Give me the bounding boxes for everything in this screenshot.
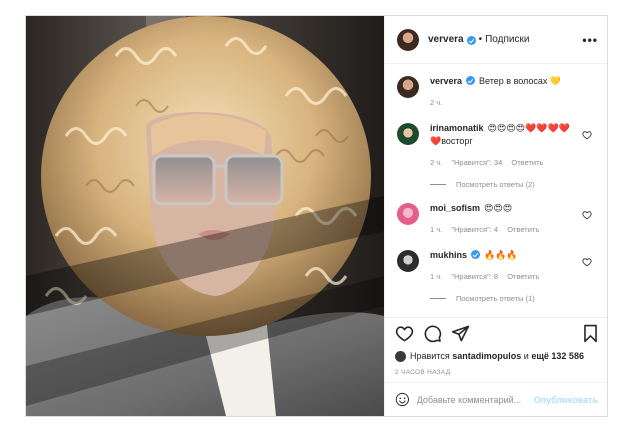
portrait-image [26,16,384,416]
instagram-post: ververa • Подписки ••• ververa Ветер в во… [25,15,608,417]
comment-likes[interactable]: "Нравится": 8 [451,272,498,281]
comment-likes[interactable]: "Нравится": 4 [451,225,498,234]
comment-likes[interactable]: "Нравится": 34 [451,158,502,167]
comment-username[interactable]: mukhins [430,250,467,260]
view-replies-label: Посмотреть ответы (2) [456,180,535,189]
caption-time: 2 ч. [430,98,443,107]
comment-meta: 1 ч. "Нравится": 8 Ответить [430,270,578,283]
comment-username[interactable]: moi_sofism [430,203,480,213]
verified-icon [466,76,476,85]
list-item: irinamonatik 😍😍😍😍❤️❤️❤️❤️❤️восторг 2 ч. "… [397,122,596,169]
author-username[interactable]: ververa [428,34,464,45]
heart-icon[interactable] [395,324,414,343]
likes-user[interactable]: santadimopulos [452,351,521,361]
caption-username[interactable]: ververa [430,76,462,86]
comment-time: 2 ч. [430,158,443,167]
avatar[interactable] [397,123,419,145]
avatar [395,350,406,362]
likes-summary[interactable]: Нравится santadimopulos и ещё 132 586 [385,349,607,363]
comment-username[interactable]: irinamonatik [430,123,484,133]
publish-button[interactable]: Опубликовать [534,395,598,405]
reply-button[interactable]: Ответить [511,158,543,167]
avatar[interactable] [397,76,419,98]
post-header: ververa • Подписки ••• [385,16,607,64]
reply-button[interactable]: Ответить [507,225,539,234]
view-replies-button[interactable]: Посмотреть ответы (2) [430,180,596,189]
share-icon[interactable] [451,324,470,343]
post-photo[interactable] [26,16,384,416]
post-actions [385,317,607,349]
caption: ververa Ветер в волосах 💛 2 ч. [397,75,596,109]
heart-icon[interactable] [582,130,592,140]
view-replies-label: Посмотреть ответы (1) [456,294,535,303]
avatar[interactable] [397,28,419,51]
add-comment-bar: Опубликовать [385,382,607,416]
comment-meta: 2 ч. "Нравится": 34 Ответить [430,156,578,169]
avatar[interactable] [397,250,419,272]
bookmark-icon[interactable] [581,324,600,343]
comment-text: 😍😍😍 [484,203,513,213]
comment-time: 1 ч. [430,272,443,281]
reply-button[interactable]: Ответить [507,272,539,281]
emoji-icon[interactable] [395,391,410,408]
caption-text: Ветер в волосах 💛 [479,76,562,86]
comment-meta: 1 ч. "Нравится": 4 Ответить [430,223,578,236]
post-timestamp[interactable]: 2 ЧАСОВ НАЗАД [385,363,607,382]
divider [430,298,446,299]
more-icon[interactable]: ••• [582,33,598,47]
comment-input[interactable] [416,394,534,405]
view-replies-button[interactable]: Посмотреть ответы (1) [430,294,596,303]
separator: • [478,34,483,45]
list-item: moi_sofism 😍😍😍 1 ч. "Нравится": 4 Ответит… [397,202,596,236]
likes-count[interactable]: ещё 132 586 [531,351,584,361]
post-side-panel: ververa • Подписки ••• ververa Ветер в во… [384,16,607,416]
avatar[interactable] [397,203,419,225]
list-item: mukhins 🔥🔥🔥 1 ч. "Нравится": 8 Ответить [397,249,596,283]
likes-conj: и [523,351,529,361]
comment-text: 🔥🔥🔥 [484,250,518,260]
comment-time: 1 ч. [430,225,443,234]
likes-prefix: Нравится [410,351,450,361]
heart-icon[interactable] [582,257,592,267]
comments-list[interactable]: ververa Ветер в волосах 💛 2 ч. irinamonat… [385,64,607,317]
comment-icon[interactable] [423,324,442,343]
caption-meta: 2 ч. [430,96,578,109]
following-button[interactable]: Подписки [485,34,529,45]
verified-icon [471,250,481,259]
divider [430,184,446,185]
heart-icon[interactable] [582,210,592,220]
verified-icon [466,36,476,45]
